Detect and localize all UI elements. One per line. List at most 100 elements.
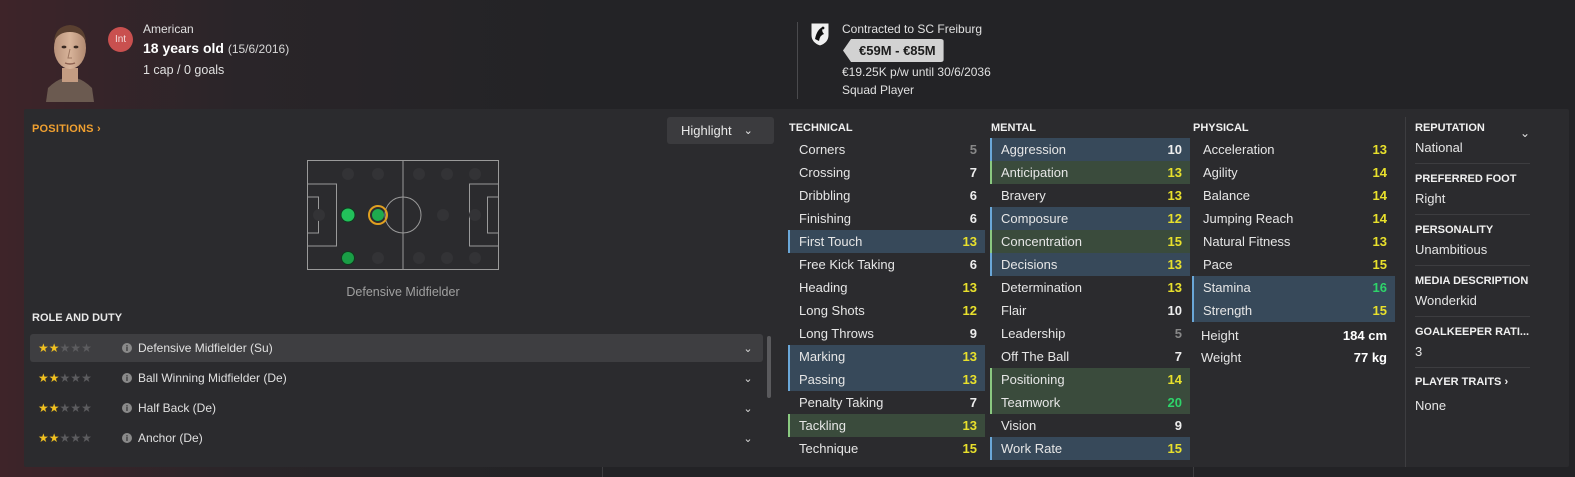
player-traits-link[interactable]: PLAYER TRAITS ›: [1415, 376, 1508, 388]
player-traits-value: None: [1415, 398, 1447, 413]
attribute-row[interactable]: Decisions 13: [990, 253, 1190, 276]
star-icon: ★: [38, 401, 49, 415]
mental-title: MENTAL: [991, 122, 1037, 134]
attribute-name: Penalty Taking: [799, 395, 884, 410]
attribute-value: 5: [969, 142, 977, 157]
star-icon: ★: [38, 341, 49, 355]
role-name: Half Back (De): [138, 401, 217, 415]
attribute-row[interactable]: Acceleration 13: [1192, 138, 1395, 161]
goalkeeper-rating-value: 3: [1415, 344, 1423, 359]
attribute-row[interactable]: Determination 13: [990, 276, 1190, 299]
transfer-value-tag[interactable]: €59M - €85M: [843, 39, 944, 62]
attribute-name: Aggression: [1001, 142, 1067, 157]
attribute-name: Technique: [799, 441, 859, 456]
reputation-chevron-down-icon[interactable]: ⌄: [1520, 126, 1530, 140]
attribute-row[interactable]: Free Kick Taking 6: [788, 253, 985, 276]
attribute-row[interactable]: Tackling 13: [788, 414, 985, 437]
attribute-row[interactable]: Dribbling 6: [788, 184, 985, 207]
attribute-row[interactable]: Long Shots 12: [788, 299, 985, 322]
chevron-down-icon[interactable]: ⌄: [733, 432, 763, 445]
bottom-divider: [1193, 467, 1194, 477]
info-icon[interactable]: i: [122, 433, 132, 443]
attribute-row[interactable]: Jumping Reach 14: [1192, 207, 1395, 230]
attribute-row[interactable]: Crossing 7: [788, 161, 985, 184]
info-icon[interactable]: i: [122, 373, 132, 383]
attribute-name: Long Throws: [799, 326, 874, 341]
attribute-value: 13: [1167, 165, 1182, 180]
attribute-row[interactable]: Leadership 5: [990, 322, 1190, 345]
attribute-row[interactable]: Heading 13: [788, 276, 985, 299]
attribute-value: 15: [1167, 441, 1182, 456]
attribute-value: 13: [962, 280, 977, 295]
international-badge: Int: [108, 27, 133, 52]
media-description-value: Wonderkid: [1415, 293, 1477, 308]
attribute-value: 13: [1167, 280, 1182, 295]
attribute-row[interactable]: Pace 15: [1192, 253, 1395, 276]
attribute-row[interactable]: Passing 13: [788, 368, 985, 391]
star-icon: ★: [59, 371, 71, 385]
attribute-name: Off The Ball: [1001, 349, 1070, 364]
attribute-row[interactable]: Marking 13: [788, 345, 985, 368]
attribute-row[interactable]: Finishing 6: [788, 207, 985, 230]
attribute-row[interactable]: Long Throws 9: [788, 322, 985, 345]
attribute-row[interactable]: Natural Fitness 13: [1192, 230, 1395, 253]
attribute-name: Stamina: [1203, 280, 1251, 295]
contract-text[interactable]: Contracted to SC Freiburg: [842, 22, 982, 36]
attribute-row[interactable]: Vision 9: [990, 414, 1190, 437]
role-row[interactable]: ★★★★★ i Anchor (De) ⌄: [30, 424, 763, 452]
attribute-name: Tackling: [799, 418, 846, 433]
attribute-row[interactable]: Flair 10: [990, 299, 1190, 322]
attribute-value: 13: [962, 418, 977, 433]
chevron-down-icon[interactable]: ⌄: [733, 342, 763, 355]
attribute-row[interactable]: Work Rate 15: [990, 437, 1190, 460]
weight-label: Weight: [1201, 349, 1242, 365]
attribute-name: Agility: [1203, 165, 1238, 180]
attribute-row[interactable]: Agility 14: [1192, 161, 1395, 184]
attribute-row[interactable]: Aggression 10: [990, 138, 1190, 161]
attribute-row[interactable]: First Touch 13: [788, 230, 985, 253]
attribute-row[interactable]: Stamina 16: [1192, 276, 1395, 299]
attribute-value: 6: [969, 257, 977, 272]
highlight-dropdown[interactable]: Highlight ⌄: [667, 117, 774, 144]
chevron-down-icon[interactable]: ⌄: [733, 372, 763, 385]
physical-attributes-list: Acceleration 13 Agility 14 Balance 14 Jumping …: [1192, 138, 1395, 322]
attribute-row[interactable]: Bravery 13: [990, 184, 1190, 207]
attribute-value: 13: [962, 234, 977, 249]
attribute-name: Passing: [799, 372, 846, 387]
role-row[interactable]: ★★★★★ i Half Back (De) ⌄: [30, 394, 763, 422]
role-rating-stars: ★★★★★: [30, 371, 110, 385]
preferred-foot-label: PREFERRED FOOT: [1415, 173, 1517, 185]
info-icon[interactable]: i: [122, 403, 132, 413]
attribute-row[interactable]: Concentration 15: [990, 230, 1190, 253]
chevron-down-icon[interactable]: ⌄: [733, 402, 763, 415]
role-row[interactable]: ★★★★★ i Ball Winning Midfielder (De) ⌄: [30, 364, 763, 392]
attribute-value: 13: [1167, 188, 1182, 203]
attribute-value: 13: [1167, 257, 1182, 272]
goalkeeper-rating-label: GOALKEEPER RATI...: [1415, 326, 1530, 338]
attribute-row[interactable]: Off The Ball 7: [990, 345, 1190, 368]
roles-scrollbar[interactable]: [767, 336, 771, 398]
attribute-name: Crossing: [799, 165, 851, 180]
role-rating-stars: ★★★★★: [30, 401, 110, 415]
attribute-value: 6: [969, 188, 977, 203]
club-crest-icon[interactable]: [809, 21, 831, 47]
attribute-row[interactable]: Composure 12: [990, 207, 1190, 230]
attribute-row[interactable]: Corners 5: [788, 138, 985, 161]
role-name: Anchor (De): [138, 431, 203, 445]
attribute-row[interactable]: Positioning 14: [990, 368, 1190, 391]
attribute-row[interactable]: Anticipation 13: [990, 161, 1190, 184]
attribute-row[interactable]: Balance 14: [1192, 184, 1395, 207]
attribute-row[interactable]: Teamwork 20: [990, 391, 1190, 414]
player-traits-label: PLAYER TRAITS: [1415, 376, 1502, 388]
positions-link[interactable]: POSITIONS ›: [32, 123, 101, 135]
attribute-row[interactable]: Strength 15: [1192, 299, 1395, 322]
attribute-row[interactable]: Technique 15: [788, 437, 985, 460]
attribute-name: Strength: [1203, 303, 1253, 318]
squad-status-text: Squad Player: [842, 83, 915, 97]
star-icon: ★: [38, 371, 49, 385]
role-name: Ball Winning Midfielder (De): [138, 371, 287, 385]
info-icon[interactable]: i: [122, 343, 132, 353]
attribute-row[interactable]: Penalty Taking 7: [788, 391, 985, 414]
attribute-value: 13: [962, 349, 977, 364]
role-row[interactable]: ★★★★★ i Defensive Midfielder (Su) ⌄: [30, 334, 763, 362]
